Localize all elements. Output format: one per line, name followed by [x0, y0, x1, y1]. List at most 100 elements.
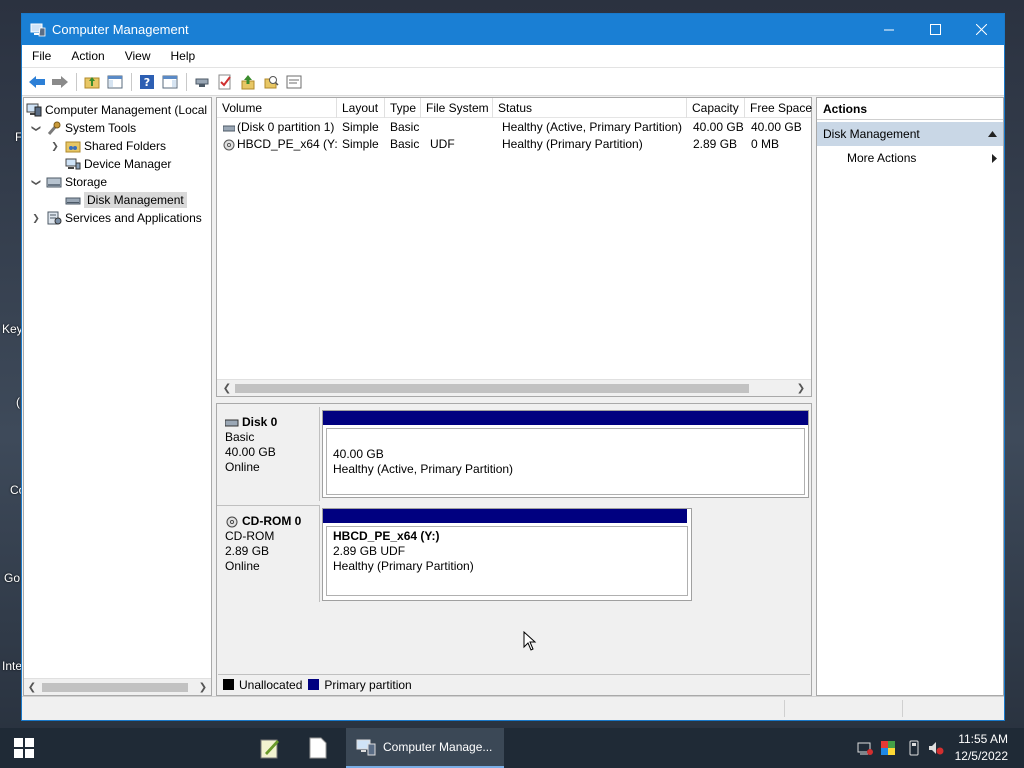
disk-icon — [225, 419, 239, 426]
status-cell: Healthy (Primary Partition) — [502, 137, 643, 151]
minimize-button[interactable] — [866, 14, 912, 45]
maximize-button[interactable] — [912, 14, 958, 45]
table-row[interactable]: (Disk 0 partition 1) Simple Basic Health… — [217, 119, 811, 136]
disk-info[interactable]: CD-ROM 0 CD-ROM 2.89 GB Online — [217, 505, 320, 602]
menu-action[interactable]: Action — [61, 49, 114, 63]
volume-list-header: Volume Layout Type File System Status Ca… — [217, 98, 813, 118]
status-divider — [902, 700, 903, 717]
disk-info[interactable]: Disk 0 Basic 40.00 GB Online — [217, 407, 320, 501]
system-clock[interactable]: 11:55 AM 12/5/2022 — [955, 731, 1008, 765]
menu-help[interactable]: Help — [161, 49, 206, 63]
desktop-icon-label[interactable]: Key — [2, 322, 23, 336]
tree-item-services-and-applications[interactable]: ❯ Services and Applications — [30, 209, 202, 227]
column-volume[interactable]: Volume — [217, 98, 337, 118]
disk-size: 2.89 GB — [225, 544, 270, 558]
up-folder-icon[interactable] — [81, 71, 103, 93]
close-button[interactable] — [958, 14, 1004, 45]
scroll-left-icon[interactable]: ❮ — [219, 380, 235, 397]
show-hide-action-pane-icon[interactable] — [159, 71, 181, 93]
more-actions-item[interactable]: More Actions — [817, 146, 1003, 170]
column-layout[interactable]: Layout — [337, 98, 385, 118]
title-bar[interactable]: Computer Management — [22, 14, 1004, 45]
help-icon[interactable]: ? — [136, 71, 158, 93]
taskbar-app-computer-management[interactable]: Computer Manage... — [346, 728, 504, 768]
mouse-cursor-icon — [523, 631, 537, 651]
properties-icon[interactable] — [283, 71, 305, 93]
chevron-right-icon[interactable]: ❯ — [30, 213, 42, 224]
scrollbar-thumb[interactable] — [42, 683, 188, 692]
forward-button[interactable] — [49, 71, 71, 93]
actions-header: Actions — [817, 98, 1003, 120]
document-icon — [309, 737, 327, 759]
find-icon[interactable] — [260, 71, 282, 93]
partition-size: 2.89 GB UDF — [333, 544, 406, 558]
display-color-icon[interactable] — [880, 740, 896, 756]
column-free-space[interactable]: Free Space — [745, 98, 813, 118]
disk-row[interactable]: CD-ROM 0 CD-ROM 2.89 GB Online HBCD_PE_x… — [217, 505, 811, 603]
show-hide-console-tree-icon[interactable] — [104, 71, 126, 93]
desktop-icon-label[interactable]: Inte — [2, 659, 22, 673]
start-button[interactable] — [0, 728, 48, 768]
menu-file[interactable]: File — [22, 49, 61, 63]
volume-name: (Disk 0 partition 1) — [237, 120, 335, 134]
column-type[interactable]: Type — [385, 98, 421, 118]
chevron-right-icon[interactable]: ❯ — [49, 141, 61, 152]
checklist-icon[interactable] — [214, 71, 236, 93]
taskbar-app-notepad-plus[interactable] — [252, 728, 288, 768]
disk-icon — [65, 193, 81, 207]
partition-details: HBCD_PE_x64 (Y:) 2.89 GB UDF Healthy (Pr… — [326, 526, 688, 596]
tree-item-label: System Tools — [65, 121, 137, 135]
usb-device-icon[interactable] — [906, 740, 922, 756]
column-status[interactable]: Status — [493, 98, 687, 118]
partition-block[interactable]: HBCD_PE_x64 (Y:) 2.89 GB UDF Healthy (Pr… — [322, 508, 692, 601]
device-manager-icon — [65, 157, 81, 171]
layout-cell: Simple — [342, 137, 379, 151]
capacity-cell: 40.00 GB — [693, 120, 744, 134]
legend-label: Primary partition — [324, 677, 412, 692]
disk-name: Disk 0 — [242, 415, 278, 429]
tools-icon — [46, 121, 62, 135]
taskbar-app-document[interactable] — [300, 728, 336, 768]
disk-type: CD-ROM — [225, 529, 275, 543]
table-row[interactable]: HBCD_PE_x64 (Y:) Simple Basic UDF Health… — [217, 136, 811, 153]
clock-date: 12/5/2022 — [954, 749, 1008, 763]
column-capacity[interactable]: Capacity — [687, 98, 745, 118]
connect-icon[interactable] — [191, 71, 213, 93]
scroll-left-icon[interactable]: ❮ — [24, 679, 40, 695]
chevron-down-icon[interactable]: ❯ — [31, 176, 42, 188]
unallocated-swatch — [223, 679, 234, 690]
tree-item-device-manager[interactable]: Device Manager — [49, 155, 171, 173]
network-icon[interactable] — [857, 740, 873, 756]
desktop-icon-label[interactable]: ( — [16, 395, 20, 409]
export-icon[interactable] — [237, 71, 259, 93]
capacity-cell: 2.89 GB — [693, 137, 738, 151]
volume-list: Volume Layout Type File System Status Ca… — [216, 97, 812, 397]
tree-horizontal-scrollbar[interactable]: ❮ ❯ — [24, 678, 211, 695]
tree-item-label: Storage — [65, 175, 108, 189]
scroll-right-icon[interactable]: ❯ — [793, 380, 809, 397]
partition-block[interactable]: 40.00 GB Healthy (Active, Primary Partit… — [322, 410, 809, 498]
chevron-down-icon[interactable]: ❯ — [31, 122, 42, 134]
scrollbar-thumb[interactable] — [235, 384, 749, 393]
tree-item-storage[interactable]: ❯ Storage — [30, 173, 108, 191]
tree-item-system-tools[interactable]: ❯ System Tools — [30, 119, 137, 137]
column-file-system[interactable]: File System — [421, 98, 493, 118]
status-cell: Healthy (Active, Primary Partition) — [502, 120, 683, 134]
partition-details: 40.00 GB Healthy (Active, Primary Partit… — [326, 428, 805, 495]
desktop-icon-label[interactable]: Go — [4, 571, 20, 585]
layout-cell: Simple — [342, 120, 379, 134]
actions-section-disk-management[interactable]: Disk Management — [817, 122, 1003, 146]
notepad-icon — [260, 739, 279, 759]
disk-row[interactable]: Disk 0 Basic 40.00 GB Online 40.00 GB He… — [217, 407, 811, 501]
back-button[interactable] — [26, 71, 48, 93]
volume-list-horizontal-scrollbar[interactable]: ❮ ❯ — [217, 379, 811, 396]
tree-item-computer-management[interactable]: Computer Management (Local — [26, 101, 207, 119]
disk-status: Online — [225, 559, 260, 573]
scroll-right-icon[interactable]: ❯ — [195, 679, 211, 695]
toolbar-separator — [186, 72, 187, 91]
menu-view[interactable]: View — [115, 49, 161, 63]
tree-item-disk-management[interactable]: Disk Management — [49, 191, 187, 209]
volume-muted-icon[interactable] — [928, 740, 944, 756]
tree-item-shared-folders[interactable]: ❯ Shared Folders — [49, 137, 166, 155]
type-cell: Basic — [390, 137, 420, 151]
